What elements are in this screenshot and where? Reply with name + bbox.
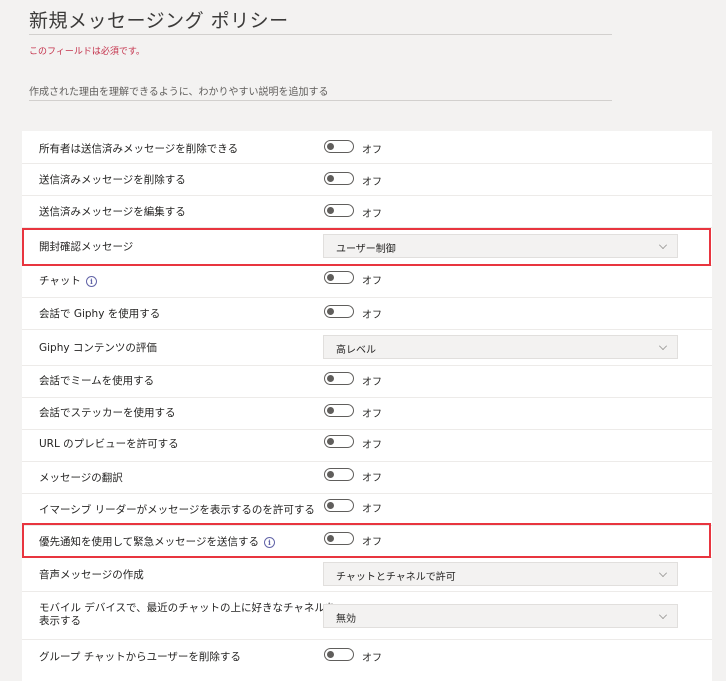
select-value: 高レベル (336, 345, 376, 356)
setting-label: チャット i (39, 275, 97, 288)
toggle-knob (327, 470, 334, 478)
page-title[interactable]: 新規メッセージング ポリシー (29, 6, 289, 33)
setting-row: 所有者は送信済みメッセージを削除できる オフ (22, 131, 712, 164)
select-value: チャットとチャネルで許可 (336, 572, 456, 583)
setting-label: イマーシブ リーダーがメッセージを表示するのを許可する (39, 504, 315, 516)
setting-toggle[interactable] (324, 172, 354, 185)
setting-label: 会話でミームを使用する (39, 375, 155, 387)
setting-row: チャット i オフ (22, 265, 712, 298)
info-icon[interactable]: i (85, 275, 97, 287)
setting-label: グループ チャットからユーザーを削除する (39, 651, 241, 663)
setting-label: 所有者は送信済みメッセージを削除できる (39, 143, 239, 155)
setting-row: 送信済みメッセージを編集する オフ (22, 195, 712, 228)
setting-label: URL のプレビューを許可する (39, 438, 179, 450)
setting-toggle[interactable] (324, 468, 354, 481)
description-underline (29, 100, 612, 101)
setting-label: 送信済みメッセージを編集する (39, 206, 186, 218)
setting-label: 会話で Giphy を使用する (39, 308, 161, 320)
required-error: このフィールドは必須です。 (29, 47, 145, 57)
setting-row: イマーシブ リーダーがメッセージを表示するのを許可する オフ (22, 493, 712, 526)
toggle-state: オフ (362, 276, 382, 287)
setting-row: メッセージの翻訳 オフ (22, 461, 712, 494)
setting-toggle[interactable] (324, 435, 354, 448)
highlight-box-priority-notifications (22, 523, 711, 558)
setting-row: 会話で Giphy を使用する オフ (22, 297, 712, 330)
setting-label-text: チャット (39, 275, 81, 287)
setting-toggle[interactable] (324, 140, 354, 153)
giphy-rating-select[interactable]: 高レベル (323, 335, 678, 359)
setting-row: 音声メッセージの作成 チャットとチャネルで許可 (22, 557, 712, 592)
setting-label: 音声メッセージの作成 (39, 569, 144, 581)
toggle-knob (327, 142, 334, 150)
setting-toggle[interactable] (324, 499, 354, 512)
voice-messages-select[interactable]: チャットとチャネルで許可 (323, 562, 678, 586)
setting-label: Giphy コンテンツの評価 (39, 342, 157, 354)
setting-row: 送信済みメッセージを削除する オフ (22, 163, 712, 196)
setting-row: Giphy コンテンツの評価 高レベル (22, 329, 712, 366)
setting-label: 送信済みメッセージを削除する (39, 174, 186, 186)
toggle-state: オフ (362, 145, 382, 156)
chevron-down-icon (659, 611, 667, 619)
description-field[interactable]: 作成された理由を理解できるように、わかりやすい説明を追加する (29, 83, 329, 98)
mobile-channels-select[interactable]: 無効 (323, 604, 678, 628)
setting-toggle[interactable] (324, 404, 354, 417)
setting-toggle[interactable] (324, 305, 354, 318)
select-value: 無効 (336, 614, 356, 625)
toggle-state: オフ (362, 653, 382, 664)
setting-row: 会話でミームを使用する オフ (22, 365, 712, 398)
setting-row: 会話でステッカーを使用する オフ (22, 397, 712, 430)
setting-label: モバイル デバイスで、最近のチャットの上に好きなチャネルを 表示する (39, 602, 335, 628)
toggle-state: オフ (362, 440, 382, 451)
toggle-knob (327, 206, 334, 214)
setting-label-line1: モバイル デバイスで、最近のチャットの上に好きなチャネルを (39, 602, 336, 614)
title-underline (29, 34, 612, 35)
setting-toggle[interactable] (324, 648, 354, 661)
toggle-knob (327, 307, 334, 315)
toggle-state: オフ (362, 377, 382, 388)
toggle-knob (327, 273, 334, 281)
toggle-knob (327, 406, 334, 414)
setting-toggle[interactable] (324, 204, 354, 217)
setting-label: メッセージの翻訳 (39, 472, 123, 484)
toggle-state: オフ (362, 310, 382, 321)
setting-row: URL のプレビューを許可する オフ (22, 429, 712, 462)
setting-label: 会話でステッカーを使用する (39, 407, 176, 419)
toggle-state: オフ (362, 504, 382, 515)
toggle-knob (327, 650, 334, 658)
chevron-down-icon (659, 342, 667, 350)
toggle-state: オフ (362, 177, 382, 188)
highlight-box-read-receipts (22, 228, 711, 266)
toggle-knob (327, 501, 334, 509)
setting-label-line2: 表示する (39, 615, 81, 627)
setting-toggle[interactable] (324, 372, 354, 385)
setting-toggle[interactable] (324, 271, 354, 284)
settings-card: 所有者は送信済みメッセージを削除できる オフ 送信済みメッセージを削除する オフ… (22, 131, 712, 681)
toggle-state: オフ (362, 473, 382, 484)
toggle-knob (327, 174, 334, 182)
chevron-down-icon (659, 569, 667, 577)
toggle-state: オフ (362, 409, 382, 420)
toggle-knob (327, 374, 334, 382)
setting-row: モバイル デバイスで、最近のチャットの上に好きなチャネルを 表示する 無効 (22, 591, 712, 640)
setting-row: グループ チャットからユーザーを削除する オフ (22, 639, 712, 673)
toggle-state: オフ (362, 209, 382, 220)
toggle-knob (327, 437, 334, 445)
